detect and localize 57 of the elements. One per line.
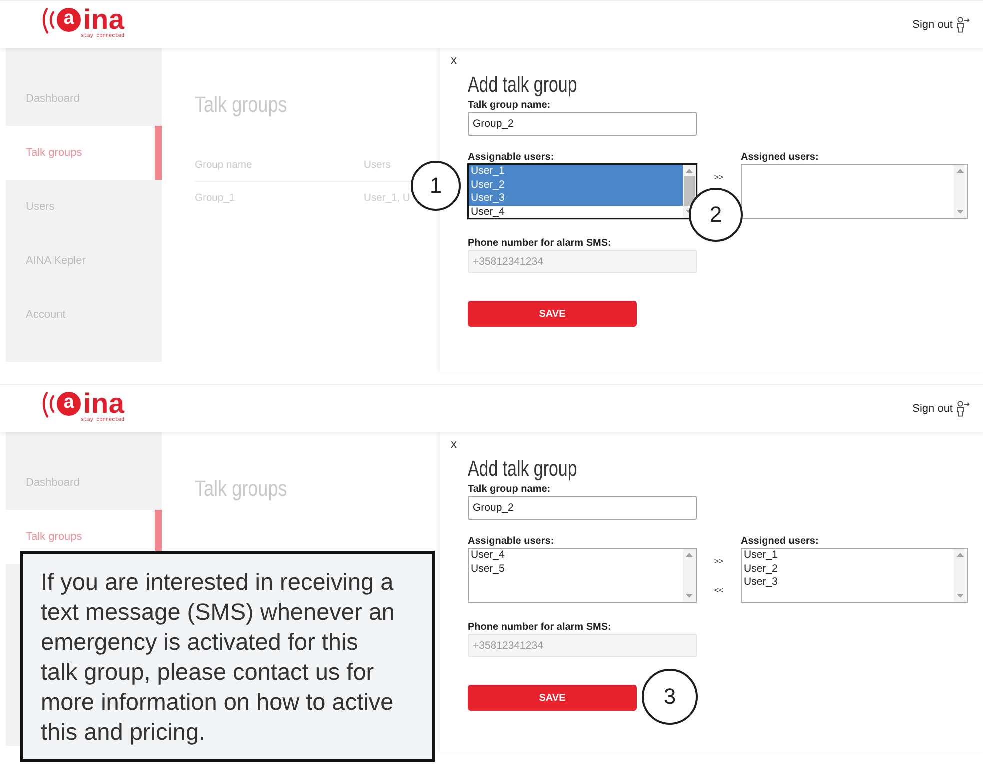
move-button[interactable]: <<: [714, 584, 724, 598]
logo-letter: a: [57, 392, 81, 416]
save-button[interactable]: SAVE: [468, 301, 637, 327]
field-label: Assigned users:: [741, 151, 820, 164]
field-label: Assignable users:: [468, 535, 556, 548]
numbered-callout: 3: [642, 669, 698, 725]
info-tooltip: If you are interested in receiving a text message (SMS) whenever an emergency is activated for this talk group, please contact us for more information on how to active this and pricing.: [20, 551, 435, 762]
list-option[interactable]: User_3: [469, 192, 683, 206]
radio-waves-icon: [42, 8, 57, 34]
scrollbar[interactable]: [683, 549, 696, 602]
list-option[interactable]: User_2: [742, 562, 954, 576]
scrollbar-thumb[interactable]: [684, 176, 695, 206]
logo-wordmark: ina: [84, 7, 125, 32]
list-option[interactable]: User_2: [469, 178, 683, 192]
close-button[interactable]: x: [451, 437, 457, 451]
person-arrow-icon: [956, 401, 970, 417]
list-option[interactable]: User_3: [742, 576, 954, 590]
save-button[interactable]: SAVE: [468, 685, 637, 711]
logo-letter: a: [57, 8, 81, 32]
form-title: Add talk group: [468, 72, 578, 98]
numbered-callout: 1: [411, 161, 461, 211]
input-field[interactable]: Group_2: [468, 496, 697, 520]
user-listbox[interactable]: [741, 164, 968, 219]
scroll-down-icon: [686, 594, 693, 598]
scrollbar[interactable]: [954, 549, 967, 602]
list-option[interactable]: User_1: [469, 165, 683, 178]
list-option[interactable]: User_4: [469, 206, 683, 218]
sign-out-link[interactable]: Sign out: [912, 17, 970, 33]
form-title: Add talk group: [468, 456, 578, 482]
list-option[interactable]: User_4: [469, 549, 683, 562]
field-label: Talk group name:: [468, 483, 551, 496]
field-label: Assigned users:: [741, 535, 820, 548]
logo-wordmark: ina: [84, 391, 125, 416]
scroll-down-icon: [957, 210, 964, 214]
field-label: Phone number for alarm SMS:: [468, 237, 612, 250]
sign-out-link[interactable]: Sign out: [912, 401, 970, 417]
numbered-callout: 2: [689, 188, 743, 242]
field-label: Talk group name:: [468, 99, 551, 112]
scroll-up-icon: [686, 169, 693, 173]
move-button[interactable]: >>: [714, 171, 724, 185]
scroll-up-icon: [957, 553, 964, 557]
field-label: Phone number for alarm SMS:: [468, 621, 612, 634]
scroll-down-icon: [957, 594, 964, 598]
scroll-up-icon: [686, 553, 693, 557]
scroll-up-icon: [957, 169, 964, 173]
person-arrow-icon: [956, 17, 970, 33]
user-listbox[interactable]: User_4 User_5: [468, 548, 697, 603]
radio-waves-icon: [42, 392, 57, 418]
user-listbox[interactable]: User_1 User_2 User_3 User_4: [468, 164, 697, 219]
move-button[interactable]: >>: [714, 555, 724, 569]
user-listbox[interactable]: User_1 User_2 User_3: [741, 548, 968, 603]
close-button[interactable]: x: [451, 53, 457, 67]
scrollbar[interactable]: [954, 165, 967, 218]
list-option[interactable]: User_1: [742, 549, 954, 562]
field-label: Assignable users:: [468, 151, 556, 164]
list-option[interactable]: User_5: [469, 562, 683, 576]
input-field[interactable]: Group_2: [468, 112, 697, 136]
